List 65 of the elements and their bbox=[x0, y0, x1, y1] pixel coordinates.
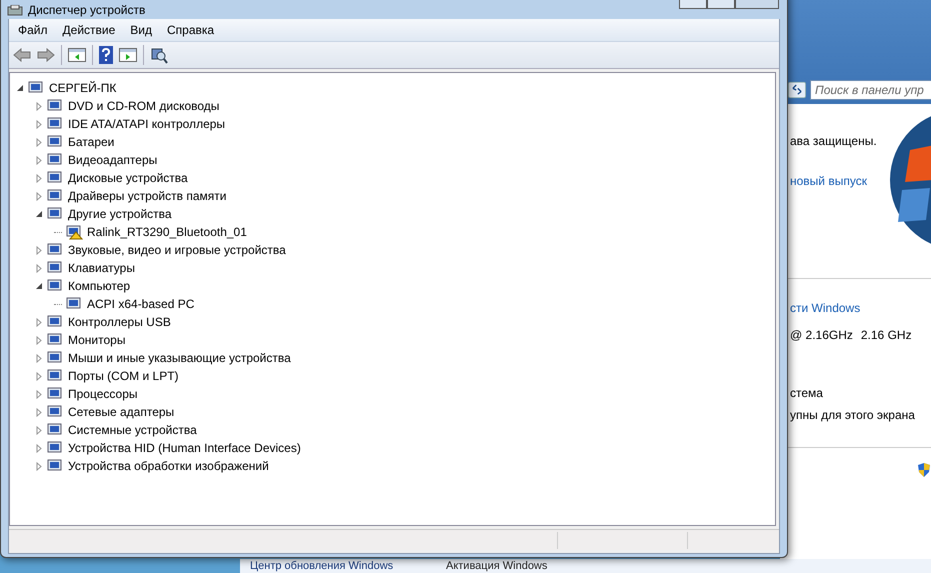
tree-item[interactable]: Драйверы устройств памяти bbox=[67, 189, 226, 203]
tree-item[interactable]: DVD и CD-ROM дисководы bbox=[67, 99, 220, 113]
expand-arrow-icon[interactable] bbox=[35, 336, 43, 344]
expand-arrow-icon[interactable] bbox=[35, 120, 43, 128]
back-arrow-icon[interactable] bbox=[13, 48, 31, 62]
tree-item[interactable]: Дисковые устройства bbox=[67, 171, 188, 185]
expand-arrow-icon[interactable] bbox=[35, 102, 43, 110]
expand-arrow-icon[interactable] bbox=[35, 354, 43, 362]
help-icon[interactable] bbox=[99, 46, 113, 64]
tree-item[interactable]: Устройства HID (Human Interface Devices) bbox=[67, 441, 301, 455]
tree-item[interactable]: Видеоадаптеры bbox=[67, 153, 158, 167]
expand-arrow-icon[interactable] bbox=[35, 174, 43, 182]
tree-item[interactable]: Мыши и иные указывающие устройства bbox=[67, 351, 291, 365]
footer-link[interactable]: Активация Windows bbox=[446, 560, 548, 573]
link[interactable]: сти Windows bbox=[790, 301, 860, 315]
menu-item[interactable]: Действие bbox=[56, 20, 122, 40]
tree-item[interactable]: Системные устройства bbox=[67, 423, 197, 437]
window-title: Диспетчер устройств bbox=[28, 3, 146, 17]
tree-item[interactable]: Сетевые адаптеры bbox=[67, 405, 174, 419]
collapse-arrow-icon[interactable] bbox=[35, 210, 43, 218]
forward-arrow-icon[interactable] bbox=[37, 48, 55, 62]
tree-item[interactable]: Другие устройства bbox=[67, 207, 172, 221]
link[interactable]: новый выпуск bbox=[790, 174, 867, 188]
expand-arrow-icon[interactable] bbox=[35, 138, 43, 146]
expand-arrow-icon[interactable] bbox=[35, 408, 43, 416]
expand-arrow-icon[interactable] bbox=[35, 156, 43, 164]
collapse-arrow-icon[interactable] bbox=[16, 84, 24, 92]
processor-speed: @ 2.16GHz bbox=[790, 328, 853, 342]
processor-value: 2.16 GHz bbox=[860, 328, 912, 342]
menu-item[interactable]: Файл bbox=[11, 20, 55, 40]
expand-arrow-icon[interactable] bbox=[35, 264, 43, 272]
tree-item[interactable]: ACPI x64-based PC bbox=[86, 297, 194, 311]
menu-item[interactable]: Справка bbox=[160, 20, 222, 40]
expand-arrow-icon[interactable] bbox=[35, 462, 43, 470]
panel-icon[interactable] bbox=[68, 47, 86, 63]
expand-arrow-icon[interactable] bbox=[35, 426, 43, 434]
tree-item[interactable]: Клавиатуры bbox=[67, 261, 135, 275]
expand-arrow-icon[interactable] bbox=[35, 246, 43, 254]
device-manager-icon bbox=[7, 5, 23, 17]
expand-arrow-icon[interactable] bbox=[35, 318, 43, 326]
tree-item[interactable]: Порты (COM и LPT) bbox=[67, 369, 179, 383]
expand-arrow-icon[interactable] bbox=[35, 372, 43, 380]
tree-item[interactable]: Контроллеры USB bbox=[67, 315, 171, 329]
expand-arrow-icon[interactable] bbox=[35, 192, 43, 200]
search-field[interactable]: Поиск в панели упр bbox=[810, 80, 931, 100]
footer-link[interactable]: Центр обновления Windows bbox=[250, 560, 394, 573]
tree-item[interactable]: Мониторы bbox=[67, 333, 126, 347]
menu-item[interactable]: Вид bbox=[123, 20, 159, 40]
tree-item[interactable]: Устройства обработки изображений bbox=[67, 459, 269, 473]
tree-item[interactable]: СЕРГЕЙ-ПК bbox=[48, 81, 116, 95]
expand-arrow-icon[interactable] bbox=[35, 444, 43, 452]
tree-item[interactable]: IDE ATA/ATAPI контроллеры bbox=[67, 117, 226, 131]
collapse-arrow-icon[interactable] bbox=[35, 282, 43, 290]
scan-hardware-icon[interactable] bbox=[150, 46, 168, 64]
tree-item[interactable]: Процессоры bbox=[67, 387, 138, 401]
info-text: упны для этого экрана bbox=[790, 408, 915, 422]
info-text: ава защищены. bbox=[790, 134, 877, 148]
tree-item[interactable]: Батареи bbox=[67, 135, 114, 149]
expand-arrow-icon[interactable] bbox=[35, 390, 43, 398]
tree-item[interactable]: Ralink_RT3290_Bluetooth_01 bbox=[86, 225, 247, 239]
tree-item[interactable]: Звуковые, видео и игровые устройства bbox=[67, 243, 286, 257]
tree-item[interactable]: Компьютер bbox=[67, 279, 130, 293]
shield-icon bbox=[917, 462, 931, 478]
panel-icon[interactable] bbox=[119, 47, 137, 63]
info-text: стема bbox=[790, 386, 823, 400]
